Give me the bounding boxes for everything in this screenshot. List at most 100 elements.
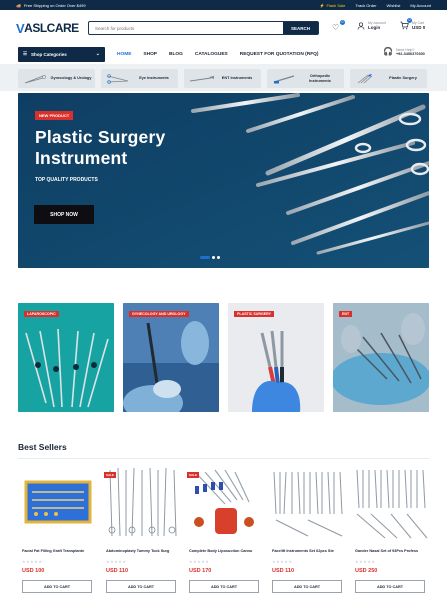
header-icons: ♡ 0 [332, 20, 345, 36]
tile-tag: PLASTIC SURGERY [234, 311, 275, 317]
product-image[interactable] [351, 464, 433, 542]
top-bar: 🚚 Free Shipping on Order Over $499 ⚡ Fla… [0, 0, 447, 10]
tile-plastic-surgery[interactable]: PLASTIC SURGERY [228, 303, 324, 412]
product-rating: ★★★★★ [355, 559, 376, 564]
shop-categories-label: Shop Categories [31, 51, 67, 57]
hero-title-line1: Plastic Surgery [35, 127, 166, 147]
shipping-text: Free Shipping on Order Over $499 [23, 2, 86, 8]
category-eye[interactable]: Eye Instruments [101, 69, 178, 88]
tile-gynecology[interactable]: GYNECOLOGY AND UROLOGY [123, 303, 219, 412]
support-phone: +92-3456370300 [395, 51, 425, 56]
site-header: V ASLCARE SEARCH ♡ 0 My Account Login 0 … [0, 10, 447, 46]
top-links: ⚡ Flash Sale Track Order Wishlist My Acc… [319, 3, 431, 8]
ent-instruments-image [333, 303, 429, 412]
product-name[interactable]: Gander Nasal Set of 93Pcs Profess [355, 549, 431, 553]
wishlist-link[interactable]: Wishlist [387, 3, 401, 8]
add-to-cart-button[interactable]: ADD TO CART [189, 580, 259, 593]
category-gynecology[interactable]: Gynecology & Urology [18, 69, 95, 88]
cart-count-badge: 0 [407, 18, 412, 23]
hero-subtitle: TOP QUALITY PRODUCTS [35, 177, 98, 183]
add-to-cart-button[interactable]: ADD TO CART [355, 580, 425, 593]
sale-badge: SALE [187, 472, 200, 478]
tile-laparoscopic[interactable]: LAPAROSCOPIC [18, 303, 114, 412]
tile-tag: GYNECOLOGY AND UROLOGY [129, 311, 189, 317]
menu-icon: ☰ [23, 51, 28, 56]
surgeon-image [123, 303, 219, 412]
speculum-icon [188, 71, 216, 86]
nav-rfq[interactable]: REQUEST FOR QUOTATION (RFQ) [240, 52, 319, 57]
bone-tool-icon [271, 71, 299, 86]
category-label: Orthopedic Instruments [309, 73, 331, 83]
slider-dot[interactable] [217, 256, 220, 259]
nav-home[interactable]: HOME [117, 52, 131, 57]
logo-mark: V [16, 20, 25, 36]
slider-dots [200, 256, 220, 259]
category-label: Gynecology & Urology [50, 76, 92, 81]
shop-categories-button[interactable]: ☰ Shop Categories ⌄ [18, 46, 105, 62]
add-to-cart-button[interactable]: ADD TO CART [106, 580, 176, 593]
product-price: USD 250 [355, 568, 378, 574]
site-logo[interactable]: V ASLCARE [16, 21, 79, 36]
category-plastic-surgery[interactable]: Plastic Surgery [350, 69, 427, 88]
product-price: USD 100 [22, 568, 45, 574]
shipping-notice: 🚚 Free Shipping on Order Over $499 [16, 3, 86, 8]
truck-icon: 🚚 [16, 2, 21, 8]
track-order-link[interactable]: Track Order [355, 3, 376, 8]
product-card[interactable]: Gander Nasal Set of 93Pcs Profess ★★★★★ … [351, 462, 433, 597]
nav-blog[interactable]: BLOG [169, 52, 183, 57]
search-button[interactable]: SEARCH [283, 22, 318, 34]
product-card[interactable]: Facial Fat Filling Graft Transplante ★★★… [18, 462, 100, 597]
product-image[interactable] [18, 464, 100, 542]
search-bar: SEARCH [88, 21, 319, 35]
product-name[interactable]: Abdominoplasty Tummy Tuck Surg [106, 549, 182, 553]
section-divider [18, 458, 429, 459]
tile-ent[interactable]: ENT [333, 303, 429, 412]
account-button[interactable]: My Account Login [357, 21, 386, 30]
shop-now-button[interactable]: SHOP NOW [34, 205, 94, 224]
forceps-icon [22, 71, 50, 86]
product-price: USD 170 [189, 568, 212, 574]
nav-shop[interactable]: SHOP [143, 52, 157, 57]
wishlist-button[interactable]: ♡ 0 [332, 20, 345, 33]
nav-catalogues[interactable]: CATALOGUES [195, 52, 228, 57]
scissors-icon [105, 71, 133, 86]
cart-icon: 0 [400, 18, 412, 30]
category-ent[interactable]: ENT Instruments [184, 69, 261, 88]
headset-icon: 🎧 [383, 47, 393, 56]
cart-button[interactable]: 0 My Cart USD 0 [400, 18, 425, 30]
hero-title-line2: Instrument [35, 148, 128, 168]
add-to-cart-button[interactable]: ADD TO CART [272, 580, 342, 593]
menu-links: HOME SHOP BLOG CATALOGUES REQUEST FOR QU… [117, 52, 318, 57]
flash-sale-link[interactable]: Flash Sale [326, 3, 345, 8]
product-rating: ★★★★★ [106, 559, 127, 564]
add-to-cart-button[interactable]: ADD TO CART [22, 580, 92, 593]
support-contact[interactable]: 🎧 Need Help? +92-3456370300 [383, 47, 425, 56]
product-price: USD 110 [106, 568, 129, 574]
hero-tag: NEW PRODUCT [35, 111, 74, 120]
slider-dot[interactable] [212, 256, 215, 259]
category-strip: Gynecology & Urology Eye Instruments ENT… [0, 64, 447, 91]
product-name[interactable]: Facelift Instruments Set 62pcs Ste [272, 549, 348, 553]
product-card[interactable]: Facelift Instruments Set 62pcs Ste ★★★★★… [268, 462, 350, 597]
search-input[interactable] [89, 22, 283, 34]
hero-title: Plastic Surgery Instrument [35, 127, 225, 169]
tile-tag: ENT [339, 311, 353, 317]
heart-icon: ♡ [332, 23, 340, 32]
laparoscopic-instruments-image [18, 303, 114, 412]
category-orthopedic[interactable]: Orthopedic Instruments [267, 69, 344, 88]
product-name[interactable]: Complete Body Liposuction Cannu [189, 549, 265, 553]
wishlist-count-badge: 0 [340, 20, 345, 25]
slider-dot-active[interactable] [200, 256, 210, 259]
product-card[interactable]: SALE Complete Body Liposuction Cannu ★★★… [185, 462, 267, 597]
category-label: Eye Instruments [139, 76, 169, 81]
main-nav: ☰ Shop Categories ⌄ HOME SHOP BLOG CATAL… [0, 46, 447, 62]
my-account-link[interactable]: My Account [410, 3, 431, 8]
best-sellers-title: Best Sellers [18, 442, 67, 452]
login-label: Login [368, 25, 381, 30]
product-image[interactable] [268, 464, 350, 542]
flash-icon: ⚡ [319, 2, 325, 8]
product-name[interactable]: Facial Fat Filling Graft Transplante [22, 549, 98, 553]
product-card[interactable]: SALE Abdominoplasty Tummy Tuck Surg ★★★★… [102, 462, 184, 597]
hero-banner: NEW PRODUCT Plastic Surgery Instrument T… [18, 93, 429, 268]
product-price: USD 110 [272, 568, 295, 574]
